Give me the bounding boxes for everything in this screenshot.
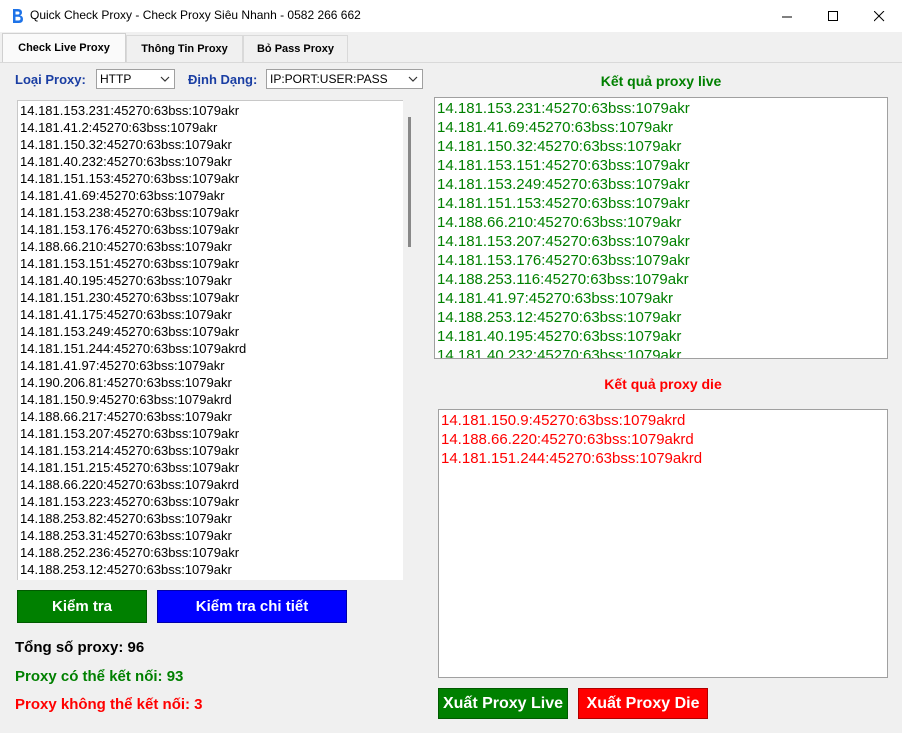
live-proxy-line: 14.181.153.231:45270:63bss:1079akr <box>437 100 690 117</box>
proxy-input-line: 14.181.41.69:45270:63bss:1079akr <box>20 188 225 203</box>
proxy-input-line: 14.181.40.195:45270:63bss:1079akr <box>20 273 232 288</box>
proxy-input-line: 14.188.66.210:45270:63bss:1079akr <box>20 239 232 254</box>
die-results-lines: 14.181.150.9:45270:63bss:1079akrd 14.188.… <box>441 411 887 468</box>
live-proxy-line: 14.181.151.153:45270:63bss:1079akr <box>437 195 690 212</box>
tab-label: Check Live Proxy <box>18 42 110 54</box>
live-proxy-line: 14.181.41.69:45270:63bss:1079akr <box>437 119 674 136</box>
proxy-input-line: 14.188.252.236:45270:63bss:1079akr <box>20 545 240 560</box>
format-select[interactable]: IP:PORT:USER:PASS <box>266 69 423 89</box>
check-detail-button[interactable]: Kiểm tra chi tiết <box>157 590 347 623</box>
live-results-lines: 14.181.153.231:45270:63bss:1079akr 14.181… <box>437 99 887 359</box>
die-results-title: Kết quả proxy die <box>604 376 722 392</box>
tab-check-live-proxy[interactable]: Check Live Proxy <box>2 33 126 62</box>
live-proxy-line: 14.181.153.207:45270:63bss:1079akr <box>437 233 690 250</box>
proxy-type-value: HTTP <box>100 72 132 86</box>
close-icon <box>873 10 884 21</box>
total-proxy-count: Tổng số proxy: 96 <box>15 639 145 656</box>
live-proxy-line: 14.188.253.116:45270:63bss:1079akr <box>437 271 689 288</box>
proxy-input-line: 14.181.151.215:45270:63bss:1079akr <box>20 460 240 475</box>
live-results-title: Kết quả proxy live <box>600 73 722 89</box>
live-proxy-line: 14.181.40.195:45270:63bss:1079akr <box>437 328 682 345</box>
tab-bo-pass-proxy[interactable]: Bỏ Pass Proxy <box>243 35 348 62</box>
tab-label: Bỏ Pass Proxy <box>256 43 335 55</box>
proxy-input-line: 14.181.153.249:45270:63bss:1079akr <box>20 324 240 339</box>
live-results-textarea[interactable]: 14.181.153.231:45270:63bss:1079akr 14.181… <box>434 97 888 359</box>
window-title: Quick Check Proxy - Check Proxy Siêu Nha… <box>30 8 361 22</box>
proxy-input-line: 14.188.253.12:45270:63bss:1079akr <box>20 562 232 577</box>
proxy-input-line: 14.181.41.97:45270:63bss:1079akr <box>20 358 225 373</box>
export-live-button[interactable]: Xuất Proxy Live <box>438 688 568 719</box>
live-proxy-line: 14.181.150.32:45270:63bss:1079akr <box>437 138 682 155</box>
die-proxy-count: Proxy không thể kết nối: 3 <box>15 696 203 713</box>
live-proxy-line: 14.181.41.97:45270:63bss:1079akr <box>437 290 674 307</box>
format-value: IP:PORT:USER:PASS <box>270 72 388 86</box>
check-button-label: Kiểm tra <box>51 598 113 615</box>
app-window: Quick Check Proxy - Check Proxy Siêu Nha… <box>0 0 902 733</box>
proxy-input-line: 14.181.151.230:45270:63bss:1079akr <box>20 290 240 305</box>
proxy-input-line: 14.188.253.31:45270:63bss:1079akr <box>20 528 232 543</box>
input-scrollbar-thumb[interactable] <box>408 117 411 247</box>
proxy-input-textarea[interactable]: 14.181.153.231:45270:63bss:1079akr 14.181… <box>17 100 403 580</box>
proxy-input-line: 14.190.206.81:45270:63bss:1079akr <box>20 375 232 390</box>
die-results-textarea[interactable]: 14.181.150.9:45270:63bss:1079akrd 14.188.… <box>438 409 888 678</box>
chevron-down-icon <box>160 76 170 82</box>
minimize-button[interactable] <box>764 0 810 32</box>
proxy-input-line: 14.188.66.217:45270:63bss:1079akr <box>20 409 232 424</box>
proxy-input-line: 14.181.153.151:45270:63bss:1079akr <box>20 256 240 271</box>
export-live-button-label: Xuất Proxy Live <box>442 694 564 712</box>
proxy-input-line: 14.181.153.238:45270:63bss:1079akr <box>20 205 240 220</box>
live-proxy-line: 14.181.153.176:45270:63bss:1079akr <box>437 252 690 269</box>
live-proxy-line: 14.188.66.210:45270:63bss:1079akr <box>437 214 682 231</box>
proxy-input-line: 14.181.153.176:45270:63bss:1079akr <box>20 222 240 237</box>
proxy-input-line: 14.181.41.175:45270:63bss:1079akr <box>20 307 232 322</box>
live-proxy-line: 14.181.153.249:45270:63bss:1079akr <box>437 176 690 193</box>
close-button[interactable] <box>856 0 902 32</box>
proxy-input-line: 14.181.40.232:45270:63bss:1079akr <box>20 154 232 169</box>
proxy-input-line: 14.188.66.220:45270:63bss:1079akrd <box>20 477 240 492</box>
proxy-type-select[interactable]: HTTP <box>96 69 175 89</box>
live-proxy-line: 14.181.153.151:45270:63bss:1079akr <box>437 157 690 174</box>
chevron-down-icon <box>408 76 418 82</box>
format-label: Định Dạng: <box>188 72 258 87</box>
tab-label: Thông Tin Proxy <box>141 43 228 55</box>
proxy-type-label: Loại Proxy: <box>15 72 86 87</box>
proxy-input-line: 14.181.151.153:45270:63bss:1079akr <box>20 171 240 186</box>
app-logo-icon <box>13 9 23 23</box>
proxy-input-line: 14.181.150.32:45270:63bss:1079akr <box>20 137 232 152</box>
check-detail-button-label: Kiểm tra chi tiết <box>195 598 309 615</box>
proxy-input-line: 14.181.153.223:45270:63bss:1079akr <box>20 494 240 509</box>
export-die-button[interactable]: Xuất Proxy Die <box>578 688 708 719</box>
live-proxy-count: Proxy có thể kết nối: 93 <box>15 668 184 685</box>
minimize-icon <box>781 16 792 17</box>
proxy-input-line: 14.181.150.9:45270:63bss:1079akrd <box>20 392 232 407</box>
title-bar: Quick Check Proxy - Check Proxy Siêu Nha… <box>0 0 902 32</box>
proxy-input-lines: 14.181.153.231:45270:63bss:1079akr 14.181… <box>20 102 403 578</box>
maximize-button[interactable] <box>810 0 856 32</box>
die-proxy-line: 14.181.150.9:45270:63bss:1079akrd <box>441 412 686 429</box>
proxy-input-line: 14.181.153.207:45270:63bss:1079akr <box>20 426 240 441</box>
proxy-input-line: 14.181.41.2:45270:63bss:1079akr <box>20 120 218 135</box>
live-proxy-line: 14.188.253.12:45270:63bss:1079akr <box>437 309 682 326</box>
proxy-input-line: 14.188.253.82:45270:63bss:1079akr <box>20 511 232 526</box>
export-die-button-label: Xuất Proxy Die <box>586 694 700 712</box>
tab-thong-tin-proxy[interactable]: Thông Tin Proxy <box>126 35 243 62</box>
maximize-icon <box>827 10 838 21</box>
live-proxy-line: 14.181.40.232:45270:63bss:1079akr <box>437 347 682 359</box>
proxy-input-line: 14.181.151.244:45270:63bss:1079akrd <box>20 341 247 356</box>
die-proxy-line: 14.181.151.244:45270:63bss:1079akrd <box>441 450 703 467</box>
proxy-input-line: 14.181.153.214:45270:63bss:1079akr <box>20 443 240 458</box>
proxy-input-line: 14.181.153.231:45270:63bss:1079akr <box>20 103 240 118</box>
die-proxy-line: 14.188.66.220:45270:63bss:1079akrd <box>441 431 694 448</box>
check-button[interactable]: Kiểm tra <box>17 590 147 623</box>
